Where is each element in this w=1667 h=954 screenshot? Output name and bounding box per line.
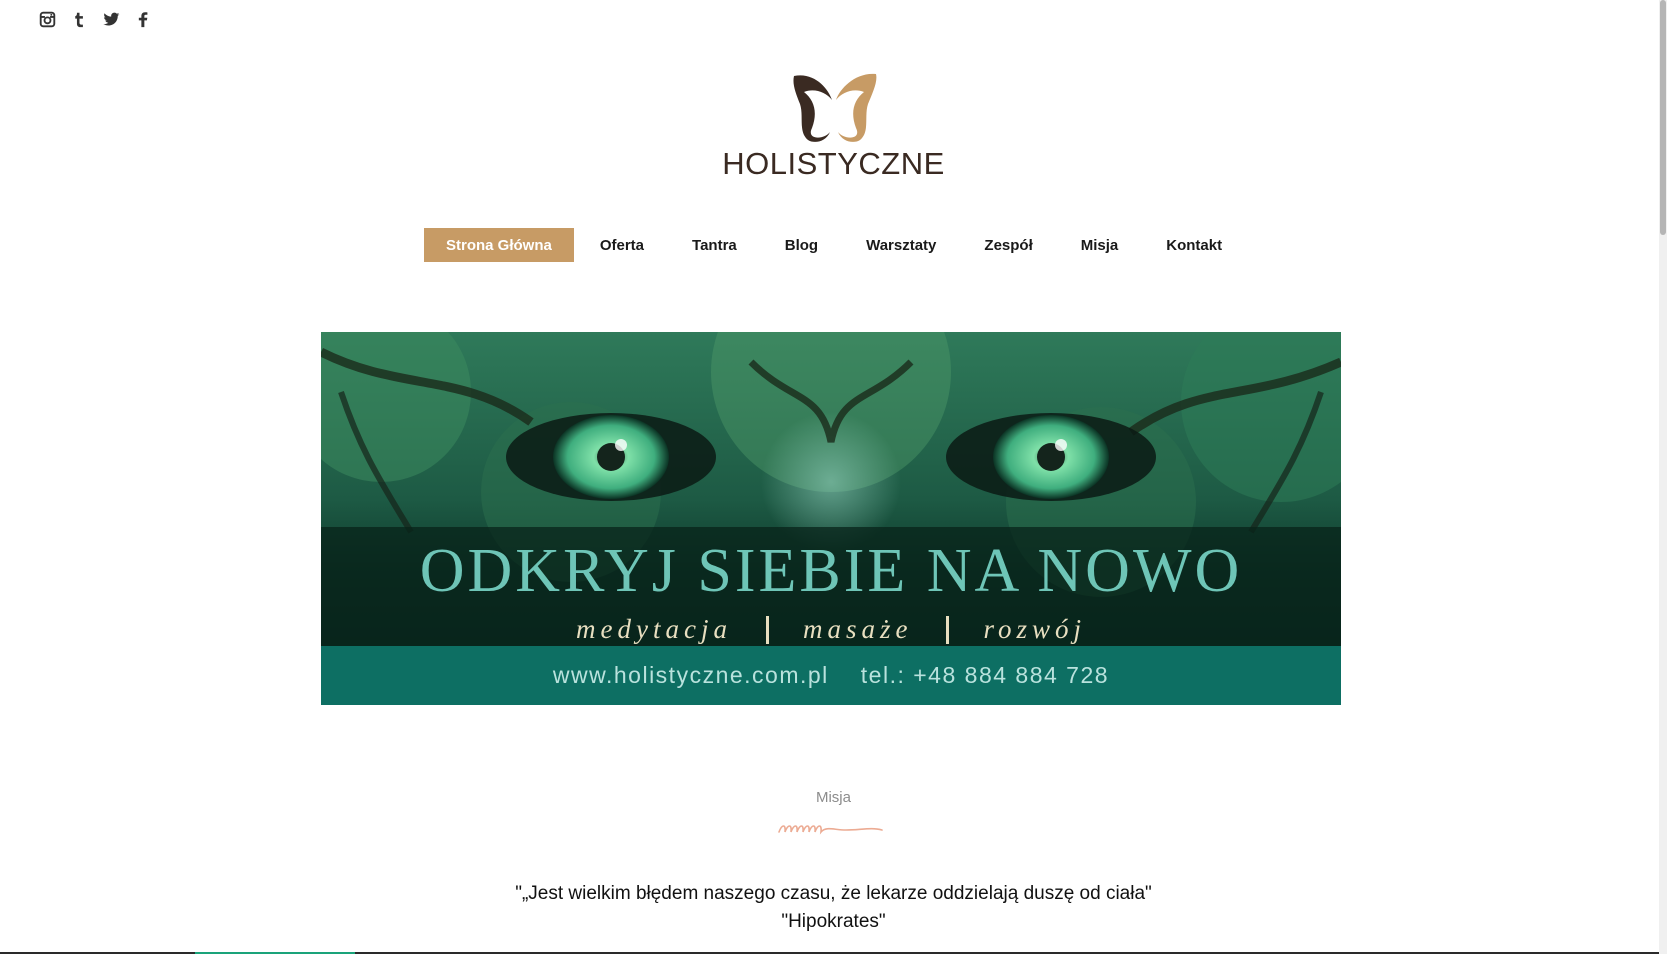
decorative-divider xyxy=(778,825,883,835)
page: HOLISTYCZNE Strona Główna Oferta Tantra … xyxy=(0,0,1667,954)
banner-title: ODKRYJ SIEBIE NA NOWO xyxy=(419,537,1243,605)
banner-contact-strip: www.holistyczne.com.pl tel.: +48 884 884… xyxy=(321,646,1341,705)
nav-item-blog[interactable]: Blog xyxy=(763,228,840,262)
hero-banner: ODKRYJ SIEBIE NA NOWO medytacja masaże r… xyxy=(321,332,1341,705)
site-logo[interactable]: HOLISTYCZNE xyxy=(714,70,954,179)
scrollbar-thumb[interactable] xyxy=(1660,0,1666,235)
banner-phone: tel.: +48 884 884 728 xyxy=(860,662,1110,688)
section-label-misja: Misja xyxy=(815,789,851,806)
nav-item-misja[interactable]: Misja xyxy=(1059,228,1141,262)
nav-item-kontakt[interactable]: Kontakt xyxy=(1144,228,1244,262)
banner-website: www.holistyczne.com.pl xyxy=(552,662,829,688)
twitter-icon[interactable] xyxy=(102,10,120,28)
banner-separator xyxy=(946,615,950,644)
nav-item-strona-glowna[interactable]: Strona Główna xyxy=(424,228,574,262)
instagram-icon[interactable] xyxy=(38,10,56,28)
nav-item-oferta[interactable]: Oferta xyxy=(578,228,666,262)
logo-text: HOLISTYCZNE xyxy=(722,146,945,181)
quote-author: "Hipokrates" xyxy=(781,911,886,932)
quote-block: "„Jest wielkim błędem naszego czasu, że … xyxy=(0,880,1667,936)
social-links xyxy=(38,10,152,28)
facebook-icon[interactable] xyxy=(134,10,152,28)
banner-subtitle-medytacja: medytacja xyxy=(576,614,732,644)
banner-separator xyxy=(765,615,769,644)
tumblr-icon[interactable] xyxy=(70,10,88,28)
nav-item-zespol[interactable]: Zespół xyxy=(962,228,1054,262)
banner-subtitle-masaze: masaże xyxy=(802,614,913,644)
nav-item-tantra[interactable]: Tantra xyxy=(670,228,759,262)
nav-item-warsztaty[interactable]: Warsztaty xyxy=(844,228,958,262)
main-nav: Strona Główna Oferta Tantra Blog Warszta… xyxy=(424,228,1248,262)
quote-text: "„Jest wielkim błędem naszego czasu, że … xyxy=(515,883,1152,904)
butterfly-logo-icon xyxy=(792,73,876,142)
banner-subtitles: medytacja masaże rozwój xyxy=(321,614,1341,645)
banner-subtitle-rozwoj: rozwój xyxy=(983,614,1086,644)
page-scrollbar[interactable] xyxy=(1659,0,1667,954)
